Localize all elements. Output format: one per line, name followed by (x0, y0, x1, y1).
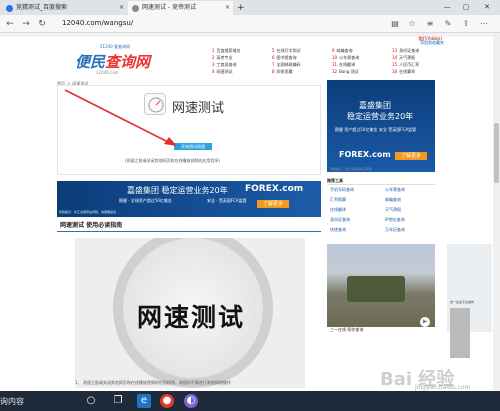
guide-caption: 1、 测速之前请关闭其他网页和在线播放视频的应用程序，测速时不要进行其他网络操作 (75, 380, 231, 385)
taskbar: 询内容 ○ ❐ e ● ◐ (0, 391, 500, 411)
tool-link[interactable]: 在线翻译 (330, 207, 346, 213)
photo-ad[interactable] (327, 244, 435, 327)
tool-link[interactable]: 快递查询 (330, 227, 346, 233)
task-view-icon[interactable]: ❐ (111, 394, 125, 408)
close-window-button[interactable]: ✕ (480, 0, 494, 15)
tab-close-icon[interactable]: × (225, 1, 230, 15)
nav-link[interactable]: 9 邮编查询 (332, 48, 353, 54)
edge-browser-icon[interactable]: e (137, 394, 151, 408)
tab-bar: 竞猜测试_百度搜索 × 网速测试 - 竞帝测试 × + — ▢ ✕ (0, 0, 500, 15)
notes-pen-icon[interactable]: ✎ (442, 18, 454, 30)
side-ad-learn-more-button[interactable]: 了解更多 (395, 152, 427, 160)
nav-link[interactable]: 6 图书馆查询 (272, 55, 297, 61)
annotation-arrow-icon (64, 89, 177, 146)
paint-app-icon[interactable]: ◐ (184, 394, 198, 408)
favorites-hub-icon[interactable]: ≡ (424, 18, 436, 30)
tool-link[interactable]: 身份证查询 (330, 217, 350, 223)
side-ad-col2: 安全 受英国FCA监管 (379, 127, 417, 132)
side-ad-note: 风险提示：外汇交易存在高风险 (330, 167, 373, 171)
ad-banner-headline: 嘉盛集团 稳定运营业务20年 (127, 186, 228, 195)
taskbar-search-text[interactable]: 询内容 (0, 396, 24, 407)
nav-link[interactable]: 10 火车票查询 (332, 55, 359, 61)
ad-banner-line1: 稳健 · 全球资产超过50亿美金 (119, 198, 172, 203)
forward-arrow-icon[interactable]: → (20, 18, 32, 30)
logo-name-part1: 便民 (75, 53, 106, 71)
tab-label: 竞猜测试_百度搜索 (16, 4, 68, 11)
tab-label: 网速测试 - 竞帝测试 (142, 4, 196, 11)
side-ad[interactable]: 嘉盛集团 稳定运营业务20年 稳健 资产超过50亿美金 安全 受英国FCA监管 … (327, 80, 435, 172)
navigation-bar: ← → ↻ 12040.com/wangsu/ ▤ ☆ ≡ ✎ ⇪ ⋯ (0, 15, 500, 33)
side-ad-line2: 稳定运营业务20年 (347, 112, 414, 121)
cortana-circle-icon[interactable]: ○ (84, 394, 98, 408)
nav-link[interactable]: 8 四季恶魔 (272, 69, 293, 75)
tank-image (347, 276, 405, 302)
reading-view-icon[interactable]: ▤ (389, 18, 401, 30)
favorite-star-icon[interactable]: ☆ (406, 18, 418, 30)
nav-link[interactable]: 2 高考专业 (212, 55, 233, 61)
nav-link[interactable]: 16 在线算命 (392, 69, 415, 75)
nav-link[interactable]: 12 Bong 测试 (332, 69, 359, 75)
play-button-icon[interactable]: ▶ (420, 317, 430, 327)
tool-link[interactable]: 万年历查询 (385, 227, 405, 233)
nav-link[interactable]: 3 工商局查询 (212, 62, 237, 68)
site-nav-links: 1 百度搜索域名 2 高考专业 3 工商局查询 4 网速测试 5 在线打字测试 6 图书馆查… (212, 48, 452, 78)
page-scrollbar[interactable] (493, 33, 500, 391)
photo-caption: 三一在线 帮你查询 (330, 327, 364, 332)
side-ad-brand: FOREX.com (339, 150, 391, 159)
scrollbar-thumb[interactable] (494, 123, 499, 183)
tool-link[interactable]: 火车票查询 (385, 187, 405, 193)
ad-banner-note: 风险提示：外汇交易存在风险，请谨慎投资 (59, 210, 117, 214)
nav-link[interactable]: 1 百度搜索域名 (212, 48, 241, 54)
tool-link[interactable]: 手机号码查询 (330, 187, 354, 193)
tool-link[interactable]: 汇率换算 (330, 197, 346, 203)
more-menu-icon[interactable]: ⋯ (478, 18, 490, 30)
side-ad-col1: 稳健 资产超过50亿美金 (335, 127, 378, 132)
red-app-icon[interactable]: ● (160, 394, 174, 408)
nav-link[interactable]: 11 在线翻译 (332, 62, 355, 68)
tools-heading: 推荐工具 (327, 177, 435, 185)
share-icon[interactable]: ⇪ (460, 18, 472, 30)
nav-link[interactable]: 15 人民币汇率 (392, 62, 419, 68)
tool-link[interactable]: 天气预报 (385, 207, 401, 213)
logo-name-part2: 查询网 (105, 53, 151, 71)
tab-speed-test[interactable]: 网速测试 - 竞帝测试 × (128, 1, 233, 15)
top-link-bookmark[interactable]: 添加到收藏夹 (420, 40, 444, 46)
speed-test-hint: (测速之前请关闭其他网页和在线播放视频的应用程序) (125, 158, 221, 163)
ad-banner-learn-more-button[interactable]: 了解更多 (257, 200, 289, 208)
tab-favicon-icon (6, 5, 13, 12)
tool-link[interactable]: 邮编查询 (385, 197, 401, 203)
ad-banner[interactable]: 嘉盛集团 稳定运营业务20年 FOREX.com 稳健 · 全球资产超过50亿美… (57, 181, 321, 217)
watermark-sub: jingyan.baidu.com (415, 384, 471, 391)
nav-link[interactable]: 14 天气预报 (392, 55, 415, 61)
logo-title: 便民查询网 (75, 51, 150, 72)
minimize-button[interactable]: — (440, 0, 454, 15)
nav-link[interactable]: 7 全国邮政编码 (272, 62, 301, 68)
ad-banner-line2: 安全 · 受英国FCA监管 (207, 198, 247, 203)
logo-tagline: 51240 爱查询网 (100, 44, 130, 49)
guide-heading: 网速测试 使用必读指南 (57, 220, 321, 232)
refresh-icon[interactable]: ↻ (36, 18, 48, 30)
guide-image: 网速测试 (75, 238, 305, 388)
nav-link[interactable]: 4 网速测试 (212, 69, 233, 75)
guide-image-text: 网速测试 (137, 303, 246, 332)
address-bar[interactable]: 12040.com/wangsu/ (62, 19, 133, 27)
new-tab-button[interactable]: + (234, 1, 246, 15)
maximize-button[interactable]: ▢ (459, 0, 473, 15)
tool-link[interactable]: IP地址查询 (385, 217, 405, 223)
back-arrow-icon[interactable]: ← (4, 18, 16, 30)
side-image-block (450, 308, 470, 358)
side-caption: 合一企业平台发布 (450, 300, 475, 304)
tab-baidu-search[interactable]: 竞猜测试_百度搜索 × (2, 1, 127, 15)
ad-banner-brand: FOREX.com (245, 184, 304, 194)
side-ad-line1: 嘉盛集团 (359, 101, 391, 110)
nav-link[interactable]: 13 身份证查询 (392, 48, 419, 54)
nav-link[interactable]: 5 在线打字测试 (272, 48, 301, 54)
logo-domain: 12040.com (96, 70, 119, 75)
tab-favicon-icon (132, 5, 139, 12)
tab-close-icon[interactable]: × (119, 1, 124, 15)
